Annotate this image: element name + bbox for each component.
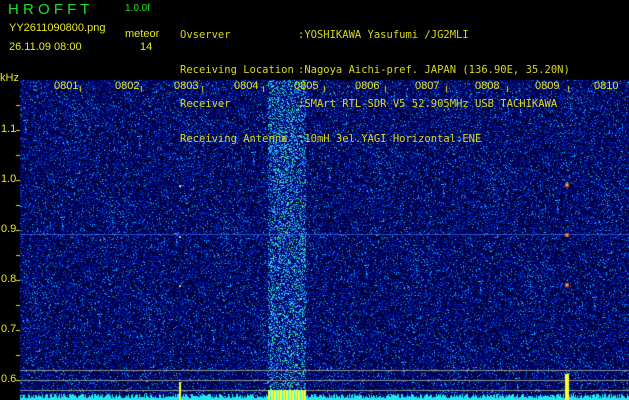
info-row-observer: Ovserver :YOSHIKAWA Yasufumi /JG2MLI [180,29,570,42]
meteor-count: 14 [140,41,153,53]
y-axis-unit: kHz [0,72,19,84]
meteor-label: meteor [125,28,160,40]
y-tick-label: 0.8 [1,273,17,285]
datetime: 26.11.09 08:00 [9,41,82,53]
y-tick-label: 0.6 [1,373,17,385]
y-tick-label: 1.1 [1,123,17,135]
x-tick-label: 0803 [174,80,199,92]
image-filename: YY2611090800.png [9,22,106,34]
x-tick-label: 0804 [234,80,259,92]
hrofft-window: H R O F F T 1.0.0f YY2611090800.png mete… [0,0,629,400]
info-value: :YOSHIKAWA Yasufumi /JG2MLI [298,29,469,41]
x-tick-label: 0805 [294,80,319,92]
x-tick-label: 0810 [594,80,619,92]
x-tick-label: 0808 [475,80,500,92]
info-label: Receiving Location [180,63,294,76]
x-tick-label: 0802 [115,80,140,92]
info-label: Ovserver [180,29,231,41]
x-tick-label: 0809 [535,80,560,92]
info-label: Receiver [180,98,231,110]
info-value: :10mH 3el.YAGI Horizontal:ENE [298,132,482,145]
info-label: Receiving Antenna [180,132,288,145]
app-title: H R O F F T [8,1,90,18]
info-row-receiver: Receiver :SMArt RTL-SDR V5 52.905MHz USB … [180,98,570,111]
app-version: 1.0.0f [125,3,151,14]
info-row-antenna: Receiving Antenna :10mH 3el.YAGI Horizont… [180,132,570,146]
y-tick-label: 1.0 [1,173,17,185]
info-value: :Nagoya Aichi-pref. JAPAN (136.90E, 35.2… [298,63,570,76]
y-tick-label: 0.7 [1,323,17,335]
info-value: :SMArt RTL-SDR V5 52.905MHz USB TACHIKAW… [298,98,558,110]
x-tick-label: 0801 [54,80,79,92]
info-row-location: Receiving Location :Nagoya Aichi-pref. JA… [180,63,570,77]
y-tick-label: 0.9 [1,223,17,235]
x-tick-label: 0806 [355,80,380,92]
x-tick-label: 0807 [415,80,440,92]
